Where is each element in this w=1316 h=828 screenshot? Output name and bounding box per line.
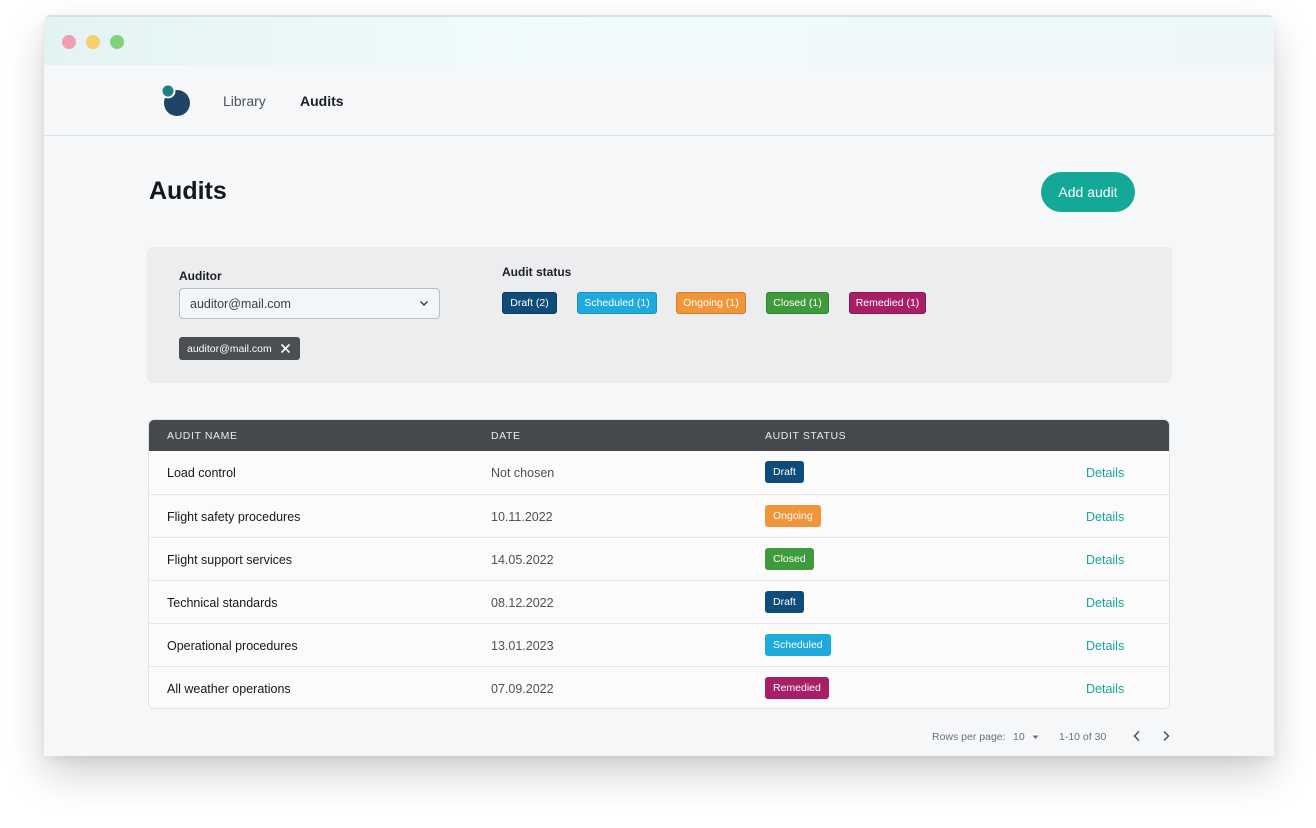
audit-date: Not chosen bbox=[491, 466, 555, 480]
details-link[interactable]: Details bbox=[1086, 682, 1124, 696]
add-audit-button[interactable]: Add audit bbox=[1041, 172, 1135, 212]
audit-name: Operational procedures bbox=[167, 639, 298, 653]
status-badge: Draft bbox=[765, 461, 804, 483]
status-filter-remedied[interactable]: Remedied (1) bbox=[849, 292, 926, 314]
table-row[interactable]: Flight support services 14.05.2022 Closed D… bbox=[149, 537, 1169, 580]
audit-name: Flight safety procedures bbox=[167, 510, 301, 524]
details-link[interactable]: Details bbox=[1086, 596, 1124, 610]
audit-name: Load control bbox=[167, 466, 236, 480]
rows-per-page-label: Rows per page: bbox=[932, 731, 1006, 743]
audit-date: 13.01.2023 bbox=[491, 639, 554, 653]
minimize-window-button[interactable] bbox=[86, 35, 100, 49]
nav-item-audits[interactable]: Audits bbox=[300, 93, 344, 109]
status-filter-scheduled[interactable]: Scheduled (1) bbox=[577, 292, 657, 314]
pagination-range: 1-10 of 30 bbox=[1059, 731, 1107, 743]
caret-down-icon[interactable] bbox=[1032, 735, 1039, 740]
auditor-select-value: auditor@mail.com bbox=[190, 296, 291, 311]
table-row[interactable]: Flight safety procedures 10.11.2022 Ongoin… bbox=[149, 494, 1169, 537]
chip-label: auditor@mail.com bbox=[187, 342, 272, 355]
chevron-right-icon[interactable] bbox=[1160, 729, 1172, 743]
table-body: Load control Not chosen Draft Details Flight… bbox=[149, 451, 1169, 708]
column-header-date[interactable]: DATE bbox=[491, 430, 521, 442]
audit-date: 10.11.2022 bbox=[491, 510, 553, 524]
chevron-down-icon bbox=[419, 300, 429, 307]
status-badge: Closed bbox=[765, 548, 814, 570]
details-link[interactable]: Details bbox=[1086, 466, 1124, 480]
top-navbar: Library Audits bbox=[44, 65, 1274, 136]
status-badge: Ongoing bbox=[765, 505, 821, 527]
app-window: Library Audits Audits Add audit Auditor … bbox=[44, 15, 1274, 756]
page-title: Audits bbox=[149, 177, 227, 205]
maximize-window-button[interactable] bbox=[110, 35, 124, 49]
window-titlebar bbox=[44, 15, 1274, 65]
details-link[interactable]: Details bbox=[1086, 639, 1124, 653]
rows-per-page-select[interactable]: 10 bbox=[1013, 731, 1025, 743]
status-badge: Remedied bbox=[765, 677, 829, 699]
audit-status-label: Audit status bbox=[502, 265, 572, 279]
close-window-button[interactable] bbox=[62, 35, 76, 49]
auditor-select[interactable]: auditor@mail.com bbox=[179, 288, 440, 319]
table-row[interactable]: Load control Not chosen Draft Details bbox=[149, 451, 1169, 494]
table-row[interactable]: All weather operations 07.09.2022 Remedied… bbox=[149, 666, 1169, 708]
audit-date: 14.05.2022 bbox=[491, 553, 554, 567]
audits-table: AUDIT NAME DATE AUDIT STATUS Load contro… bbox=[148, 419, 1170, 709]
audit-date: 08.12.2022 bbox=[491, 596, 554, 610]
table-header: AUDIT NAME DATE AUDIT STATUS bbox=[149, 420, 1169, 451]
auditor-label: Auditor bbox=[179, 269, 222, 283]
audit-name: Technical standards bbox=[167, 596, 278, 610]
status-filter-ongoing[interactable]: Ongoing (1) bbox=[676, 292, 746, 314]
selected-auditor-chip: auditor@mail.com bbox=[179, 337, 300, 360]
details-link[interactable]: Details bbox=[1086, 510, 1124, 524]
audit-name: Flight support services bbox=[167, 553, 293, 567]
table-row[interactable]: Operational procedures 13.01.2023 Schedule… bbox=[149, 623, 1169, 666]
status-filter-closed[interactable]: Closed (1) bbox=[766, 292, 829, 314]
details-link[interactable]: Details bbox=[1086, 553, 1124, 567]
nav-item-library[interactable]: Library bbox=[223, 93, 266, 109]
logo-icon[interactable] bbox=[160, 83, 192, 117]
status-filter-draft[interactable]: Draft (2) bbox=[502, 292, 557, 314]
status-badge: Draft bbox=[765, 591, 804, 613]
column-header-audit-name[interactable]: AUDIT NAME bbox=[167, 430, 238, 442]
audit-name: All weather operations bbox=[167, 682, 291, 696]
close-icon[interactable] bbox=[280, 343, 291, 354]
audit-date: 07.09.2022 bbox=[491, 682, 554, 696]
filter-panel: Auditor auditor@mail.com auditor@mail.co… bbox=[147, 247, 1172, 383]
table-row[interactable]: Technical standards 08.12.2022 Draft Detail… bbox=[149, 580, 1169, 623]
status-badge: Scheduled bbox=[765, 634, 831, 656]
column-header-audit-status[interactable]: AUDIT STATUS bbox=[765, 430, 846, 442]
chevron-left-icon[interactable] bbox=[1131, 729, 1143, 743]
